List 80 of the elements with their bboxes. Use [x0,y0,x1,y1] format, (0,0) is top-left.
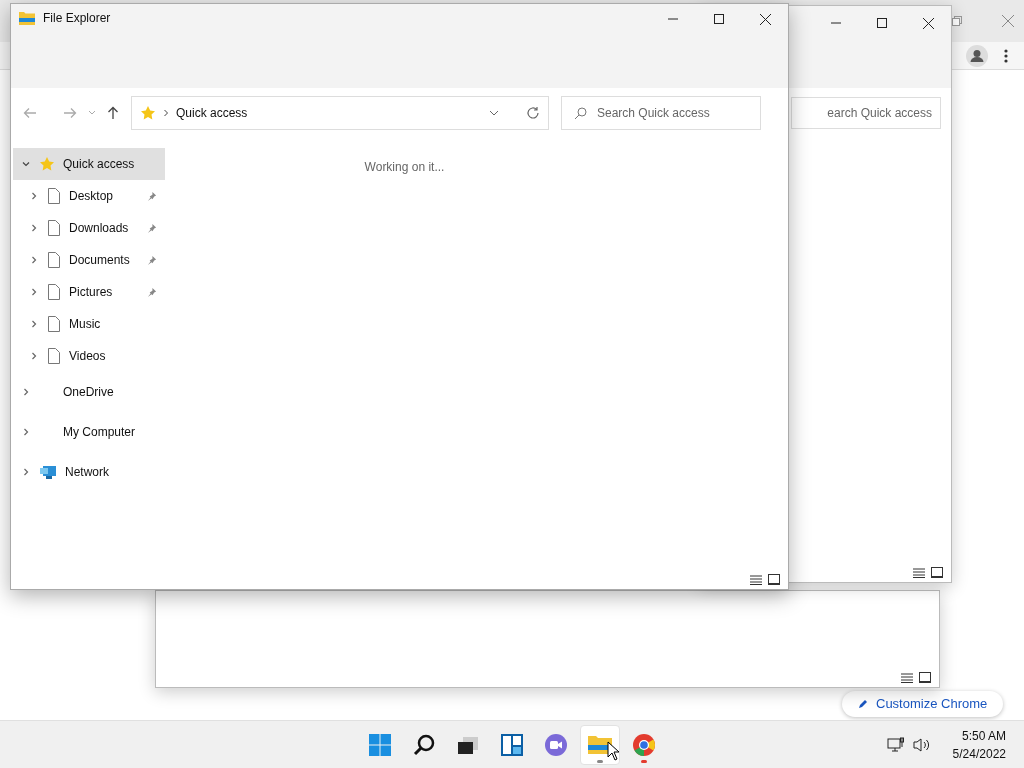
chevron-right-icon[interactable] [29,319,39,329]
running-indicator [641,759,647,763]
file-icon [47,220,61,236]
chevron-right-icon[interactable] [21,467,31,477]
chevron-right-icon[interactable] [29,191,39,201]
file-icon [47,348,61,364]
tiles-view-icon[interactable] [768,574,780,585]
details-view-icon[interactable] [913,567,925,578]
browser-icon [632,732,656,757]
profile-icon[interactable] [966,44,988,67]
tree-label: My Computer [63,424,137,441]
tree-item[interactable]: Documents [13,244,165,276]
file-icon [47,188,61,204]
tree-label: Pictures [69,284,114,301]
clock-date[interactable]: 5/24/2022 [952,744,1006,763]
tree-label: Network [65,464,110,481]
file-icon [47,252,61,268]
up-arrow-icon[interactable] [107,106,119,120]
tree-item[interactable]: Downloads [13,212,165,244]
chevron-right-icon[interactable] [21,427,31,437]
close-icon [759,13,771,25]
star-icon [140,105,156,121]
tree-item[interactable]: Pictures [13,276,165,308]
windows-logo-icon [368,732,392,757]
tree-label: Desktop [69,188,115,205]
restore-icon[interactable] [952,16,962,26]
chevron-right-icon[interactable] [29,223,39,233]
mouse-pointer-icon [607,741,621,761]
tree-label: OneDrive [63,384,115,401]
search-field[interactable]: Search Quick access [561,96,761,130]
close-icon[interactable] [1002,15,1014,27]
tree-label: Documents [69,252,131,269]
file-icon [47,316,61,332]
maximize-icon [714,14,724,24]
tree-item[interactable]: OneDrive [13,372,165,412]
search-icon [412,732,436,757]
tree-label: Quick access [63,156,136,173]
tiles-view-icon[interactable] [931,567,943,578]
tree-item[interactable]: Music [13,308,165,340]
chevron-right-icon[interactable] [29,287,39,297]
status-message: Working on it... [364,159,445,176]
tree-label: Videos [69,348,107,365]
recent-dropdown-icon[interactable] [87,109,97,117]
address-path: Quick access [176,105,249,122]
details-view-icon[interactable] [901,672,913,683]
chat-icon [544,732,568,757]
tree-item[interactable]: Quick access [13,148,165,180]
menu-dots-icon[interactable] [1004,48,1008,63]
file-icon [47,284,61,300]
tree-item[interactable]: My Computer [13,412,165,452]
widgets-icon [500,732,524,757]
search-icon [574,106,587,120]
tree-label: Downloads [69,220,130,237]
chevron-right-icon[interactable] [29,255,39,265]
search-field[interactable]: earch Quick access [791,97,941,129]
chevron-down-icon[interactable] [21,159,31,169]
volume-icon[interactable] [912,736,931,753]
chevron-right-icon[interactable] [29,351,39,361]
chevron-down-icon[interactable] [488,109,500,117]
network-icon[interactable] [886,736,905,753]
chevron-right-icon[interactable] [21,387,31,397]
tree-label: Music [69,316,102,333]
breadcrumb-separator-icon [162,109,170,117]
pencil-icon [858,699,868,709]
tree-item[interactable]: Network [13,452,165,492]
refresh-icon[interactable] [526,106,540,120]
folder-icon [19,11,35,25]
tiles-view-icon[interactable] [919,672,931,683]
tree-item[interactable]: Videos [13,340,165,372]
star-icon [39,156,55,172]
running-indicator [597,759,603,763]
customize-chrome-button[interactable]: Customize Chrome [842,691,1004,717]
address-bar[interactable]: Quick access [131,96,549,130]
details-view-icon[interactable] [750,574,762,585]
window-title: File Explorer [43,10,111,27]
maximize-icon [877,18,887,28]
clock-time[interactable]: 5:50 AM [961,726,1006,745]
network-icon [39,464,57,480]
tree-item[interactable]: Desktop [13,180,165,212]
close-icon [922,17,934,29]
